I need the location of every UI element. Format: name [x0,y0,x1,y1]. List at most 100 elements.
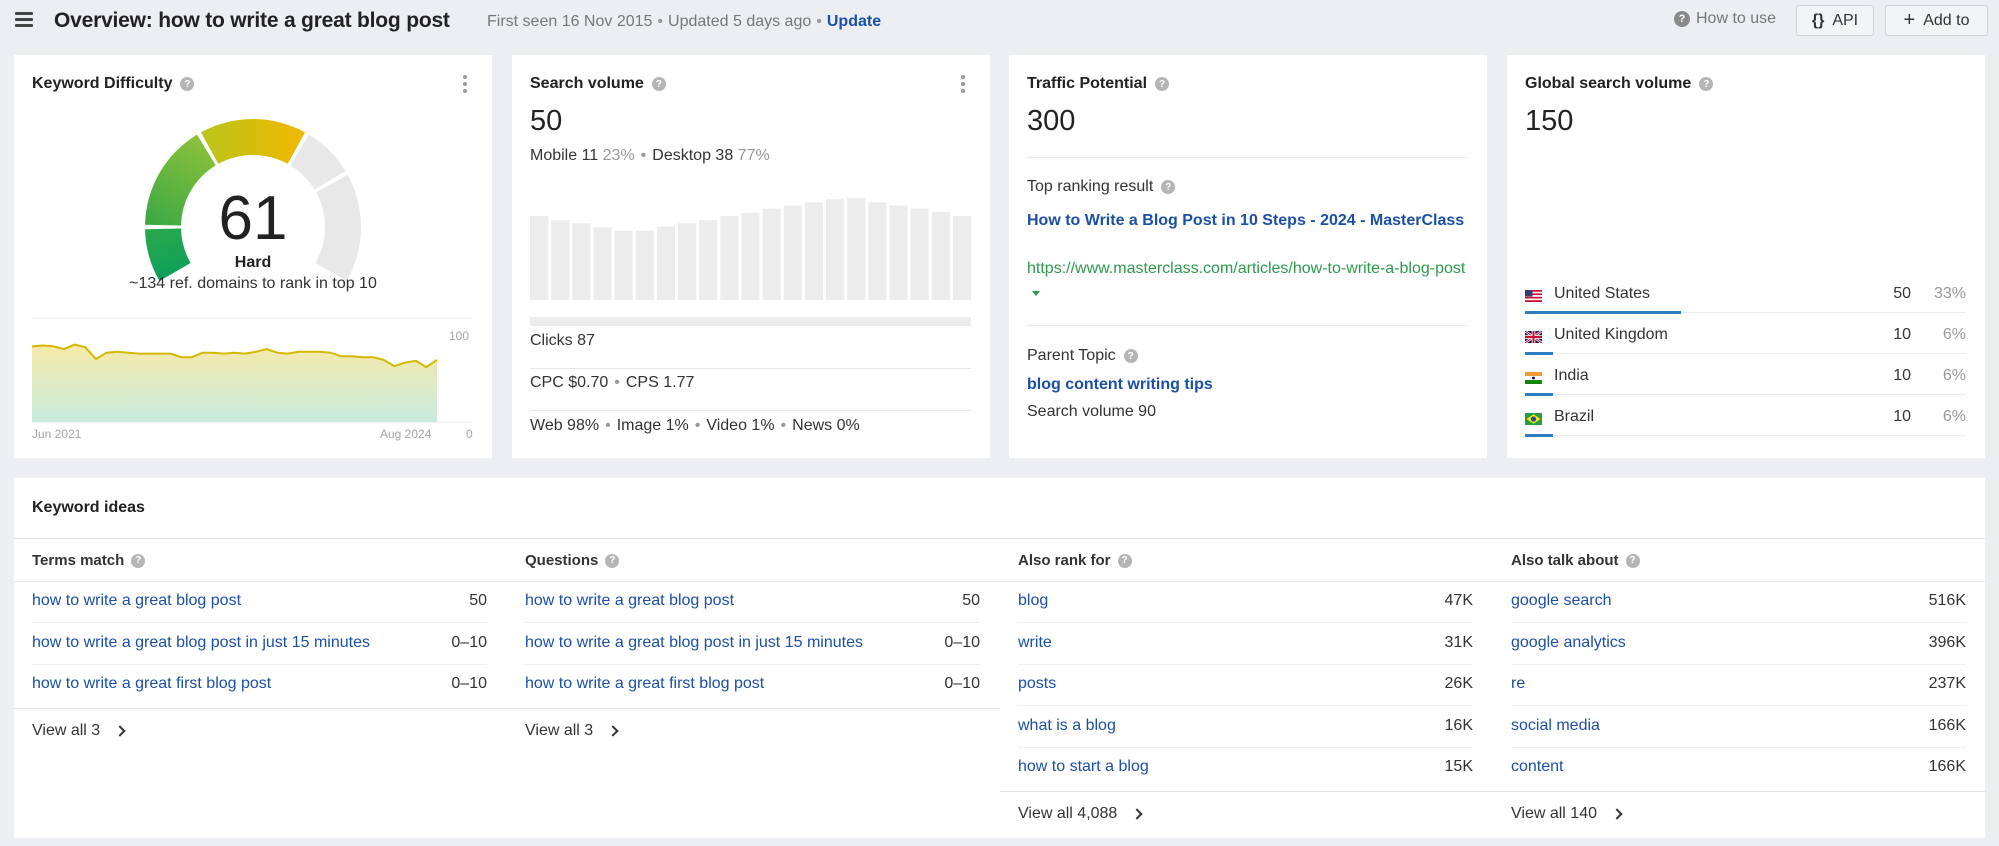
keyword-link[interactable]: how to write a great first blog post [525,675,764,693]
chart-scrollbar[interactable] [530,317,971,326]
trend-bar[interactable] [614,230,633,300]
help-icon[interactable]: ? [1117,553,1132,568]
view-all-link[interactable]: View all 3 [525,721,619,740]
country-row-gb[interactable]: United Kingdom 10 6% [1525,325,1966,366]
keyword-row: how to write a great blog post 50 [525,582,980,623]
help-icon[interactable]: ? [131,553,146,568]
trend-bar[interactable] [931,211,950,300]
trend-bar[interactable] [804,202,823,300]
traffic-potential-card: Traffic Potential ? 300 Top ranking resu… [1009,55,1487,458]
country-row-in[interactable]: India 10 6% [1525,366,1966,407]
top-result-title-link[interactable]: How to Write a Blog Post in 10 Steps - 2… [1027,210,1467,231]
column-heading-text: Questions [525,552,599,569]
trend-bar[interactable] [593,227,612,300]
help-icon[interactable]: ? [1161,180,1176,194]
api-button[interactable]: {} API [1796,5,1874,36]
help-icon[interactable]: ? [605,553,620,568]
trend-bar[interactable] [762,208,781,300]
cps: CPS 1.77 [625,374,695,391]
keyword-link[interactable]: how to write a great blog post [525,592,734,610]
view-all-link[interactable]: View all 4,088 [1018,805,1143,823]
trend-bar[interactable] [572,223,591,300]
keyword-volume: 0–10 [451,675,487,692]
trend-bar[interactable] [868,202,887,300]
trend-bar[interactable] [889,205,908,301]
keyword-link[interactable]: social media [1511,717,1600,735]
divider [1027,157,1468,158]
view-all-label: View all 3 [525,721,594,739]
divider [507,707,1000,709]
view-all-link[interactable]: View all 140 [1511,805,1623,823]
sv-value: 50 [530,105,563,137]
keyword-link[interactable]: blog [1018,592,1048,610]
menu-icon[interactable] [15,12,33,28]
more-options-icon[interactable] [960,75,966,93]
top-result-url-text[interactable]: https://www.masterclass.com/articles/how… [1027,260,1465,277]
keyword-link[interactable]: re [1511,675,1525,693]
share-track [1525,435,1966,436]
caret-down-icon[interactable] [1032,291,1040,297]
keyword-link[interactable]: google analytics [1511,634,1626,652]
trend-bar[interactable] [530,216,549,300]
trend-bar[interactable] [783,205,802,301]
separator-dot: • [780,417,787,434]
cpc: CPC $0.70 [530,374,609,391]
serp-image: Image 1% [616,417,689,434]
keyword-volume: 396K [1928,633,1966,651]
country-volume: 50 [1893,285,1911,302]
keyword-volume: 0–10 [944,675,980,692]
trend-bar[interactable] [551,220,570,300]
divider [14,538,1985,539]
divider [14,707,507,709]
keyword-link[interactable]: how to write a great blog post in just 1… [32,634,370,652]
trend-bar[interactable] [699,220,718,300]
keyword-link[interactable]: how to write a great first blog post [32,675,271,693]
parent-topic-link[interactable]: blog content writing tips [1027,374,1467,395]
view-all-link[interactable]: View all 3 [32,722,126,740]
help-icon[interactable]: ? [1625,553,1640,568]
country-pct: 6% [1942,326,1966,343]
trend-bar[interactable] [678,223,697,300]
help-icon[interactable]: ? [1123,349,1138,363]
trend-bar[interactable] [952,216,971,300]
help-icon[interactable]: ? [1699,77,1714,91]
keyword-ideas-panel: Keyword ideas Terms match? how to write a… [14,478,1986,838]
keyword-link[interactable]: how to start a blog [1018,758,1149,776]
update-link[interactable]: Update [827,13,881,30]
keyword-link[interactable]: write [1018,634,1052,652]
keyword-volume: 516K [1928,592,1966,609]
help-icon[interactable]: ? [1155,77,1170,91]
country-row-br[interactable]: Brazil 10 6% [1525,407,1966,448]
keyword-link[interactable]: how to write a great blog post [32,592,241,610]
share-track [1525,394,1966,395]
parent-topic-label-text: Parent Topic [1027,347,1116,364]
keyword-link[interactable]: what is a blog [1018,717,1116,735]
trend-bar[interactable] [656,226,675,301]
keyword-volume: 31K [1444,633,1473,651]
country-name: India [1554,367,1589,384]
keyword-link[interactable]: posts [1018,675,1056,693]
first-seen: First seen 16 Nov 2015 [487,13,653,30]
add-to-button[interactable]: + Add to [1885,5,1988,36]
api-label: API [1832,11,1859,29]
trend-bar[interactable] [635,230,654,300]
trend-bar[interactable] [826,199,845,300]
trend-bar[interactable] [910,208,929,300]
chevron-right-icon [1131,807,1143,820]
keyword-link[interactable]: how to write a great blog post in just 1… [525,634,863,652]
trend-bar[interactable] [847,198,866,300]
keyword-link[interactable]: google search [1511,592,1612,610]
help-icon[interactable]: ? [180,77,195,91]
how-to-use-link[interactable]: ? How to use [1674,10,1776,28]
trend-bar[interactable] [720,216,739,300]
country-volume: 10 [1893,408,1911,425]
more-options-icon[interactable] [462,75,468,93]
kd-history-chart [32,317,472,423]
india-flag-icon [1525,372,1542,384]
keyword-link[interactable]: content [1511,758,1563,776]
divider [530,368,971,369]
country-row-us[interactable]: United States 50 33% [1525,284,1966,325]
top-result-url[interactable]: https://www.masterclass.com/articles/how… [1027,256,1472,306]
trend-bar[interactable] [741,212,760,300]
help-icon[interactable]: ? [651,77,666,91]
